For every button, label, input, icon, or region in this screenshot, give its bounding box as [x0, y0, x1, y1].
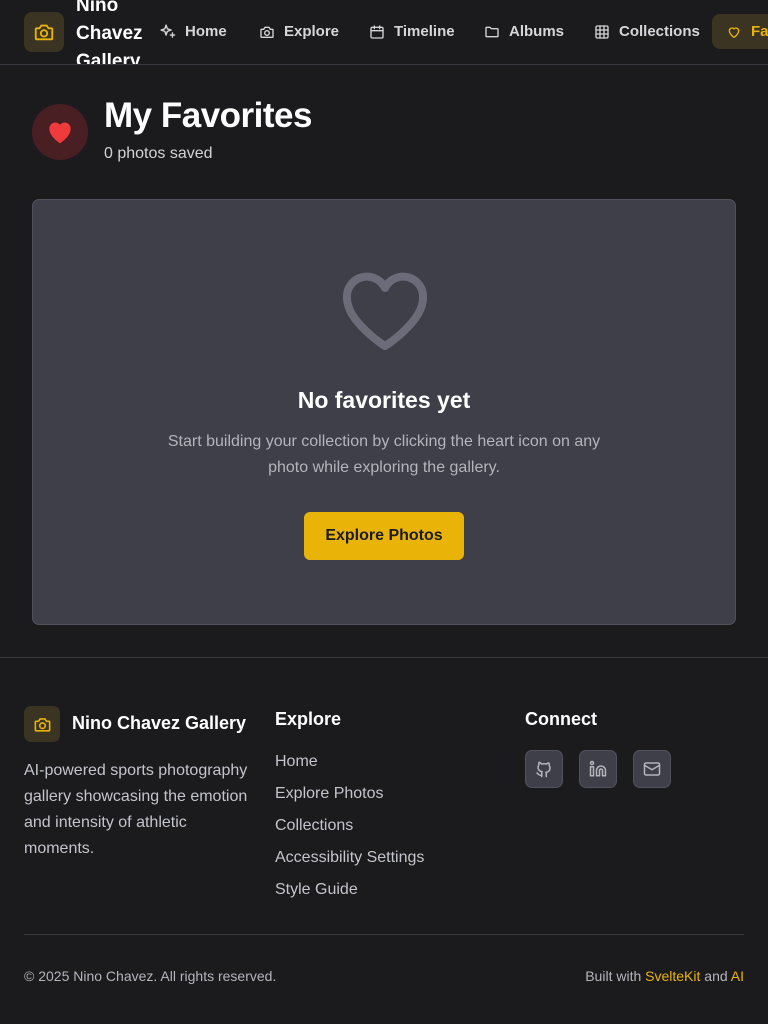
logo[interactable]: [24, 12, 64, 52]
footer-description: AI-powered sports photography gallery sh…: [24, 762, 248, 857]
explore-photos-button[interactable]: Explore Photos: [304, 512, 464, 560]
camera-icon: [260, 26, 274, 38]
nav-label: Albums: [509, 23, 565, 40]
grid-icon: [595, 24, 609, 39]
top-nav-bar: Nino Chavez Gallery Home Explore Timelin…: [0, 0, 768, 65]
footer-explore-heading: Explore: [275, 709, 342, 729]
empty-state-title: No favorites yet: [297, 387, 471, 413]
nav-item-favorites[interactable]: Favorites: [712, 14, 768, 49]
heart-outline-icon: [342, 272, 428, 350]
sparkles-icon: [160, 24, 176, 38]
calendar-icon: [370, 24, 384, 39]
nav-item-timeline[interactable]: Timeline: [359, 14, 465, 49]
sveltekit-link[interactable]: SvelteKit: [645, 968, 700, 984]
linkedin-button[interactable]: [579, 750, 617, 788]
nav-item-collections[interactable]: Collections: [584, 14, 710, 49]
mail-icon: [643, 762, 661, 776]
ai-link[interactable]: AI: [731, 968, 744, 984]
nav-label: Home: [185, 23, 227, 40]
linkedin-icon: [589, 760, 607, 777]
folder-icon: [485, 26, 499, 37]
footer-link-accessibility[interactable]: Accessibility Settings: [275, 846, 424, 878]
footer-bottom-divider: [24, 934, 744, 935]
nav-item-explore[interactable]: Explore: [249, 14, 349, 49]
nav-label: Explore: [284, 23, 340, 40]
nav-item-home[interactable]: Home: [149, 14, 237, 49]
nav-item-albums[interactable]: Albums: [474, 14, 574, 49]
nav-label: Favorites: [751, 23, 768, 40]
footer-link-style-guide[interactable]: Style Guide: [275, 878, 424, 910]
footer-logo[interactable]: [24, 706, 60, 742]
github-icon: [536, 761, 551, 778]
footer-brand: Nino Chavez Gallery: [72, 713, 247, 733]
footer-link-explore-photos[interactable]: Explore Photos: [275, 782, 424, 814]
camera-icon: [34, 717, 50, 732]
github-button[interactable]: [525, 750, 563, 788]
footer-connect-heading: Connect: [525, 709, 597, 729]
photo-count: 0 photos saved: [104, 145, 213, 162]
email-button[interactable]: [633, 750, 671, 788]
footer-explore-links: Home Explore Photos Collections Accessib…: [275, 750, 424, 910]
nav-label: Collections: [619, 23, 700, 40]
heart-icon: [728, 26, 740, 38]
built-and: and: [704, 968, 728, 984]
copyright-text: © 2025 Nino Chavez. All rights reserved.: [24, 968, 277, 984]
footer-link-home[interactable]: Home: [275, 750, 424, 782]
heart-filled-icon: [49, 122, 71, 144]
empty-state-description: Start building your collection by clicki…: [167, 433, 601, 476]
camera-icon: [34, 24, 54, 41]
page-title: My Favorites: [104, 96, 312, 135]
empty-state-card: No favorites yet Start building your col…: [32, 199, 736, 625]
brand-name[interactable]: Nino Chavez Gallery: [76, 0, 156, 64]
footer-link-collections[interactable]: Collections: [275, 814, 424, 846]
favorites-badge: [32, 104, 88, 160]
nav-label: Timeline: [394, 23, 455, 40]
footer-divider: [0, 657, 768, 658]
built-prefix: Built with: [585, 968, 642, 984]
built-with-text: Built with SvelteKit and AI: [585, 968, 744, 984]
